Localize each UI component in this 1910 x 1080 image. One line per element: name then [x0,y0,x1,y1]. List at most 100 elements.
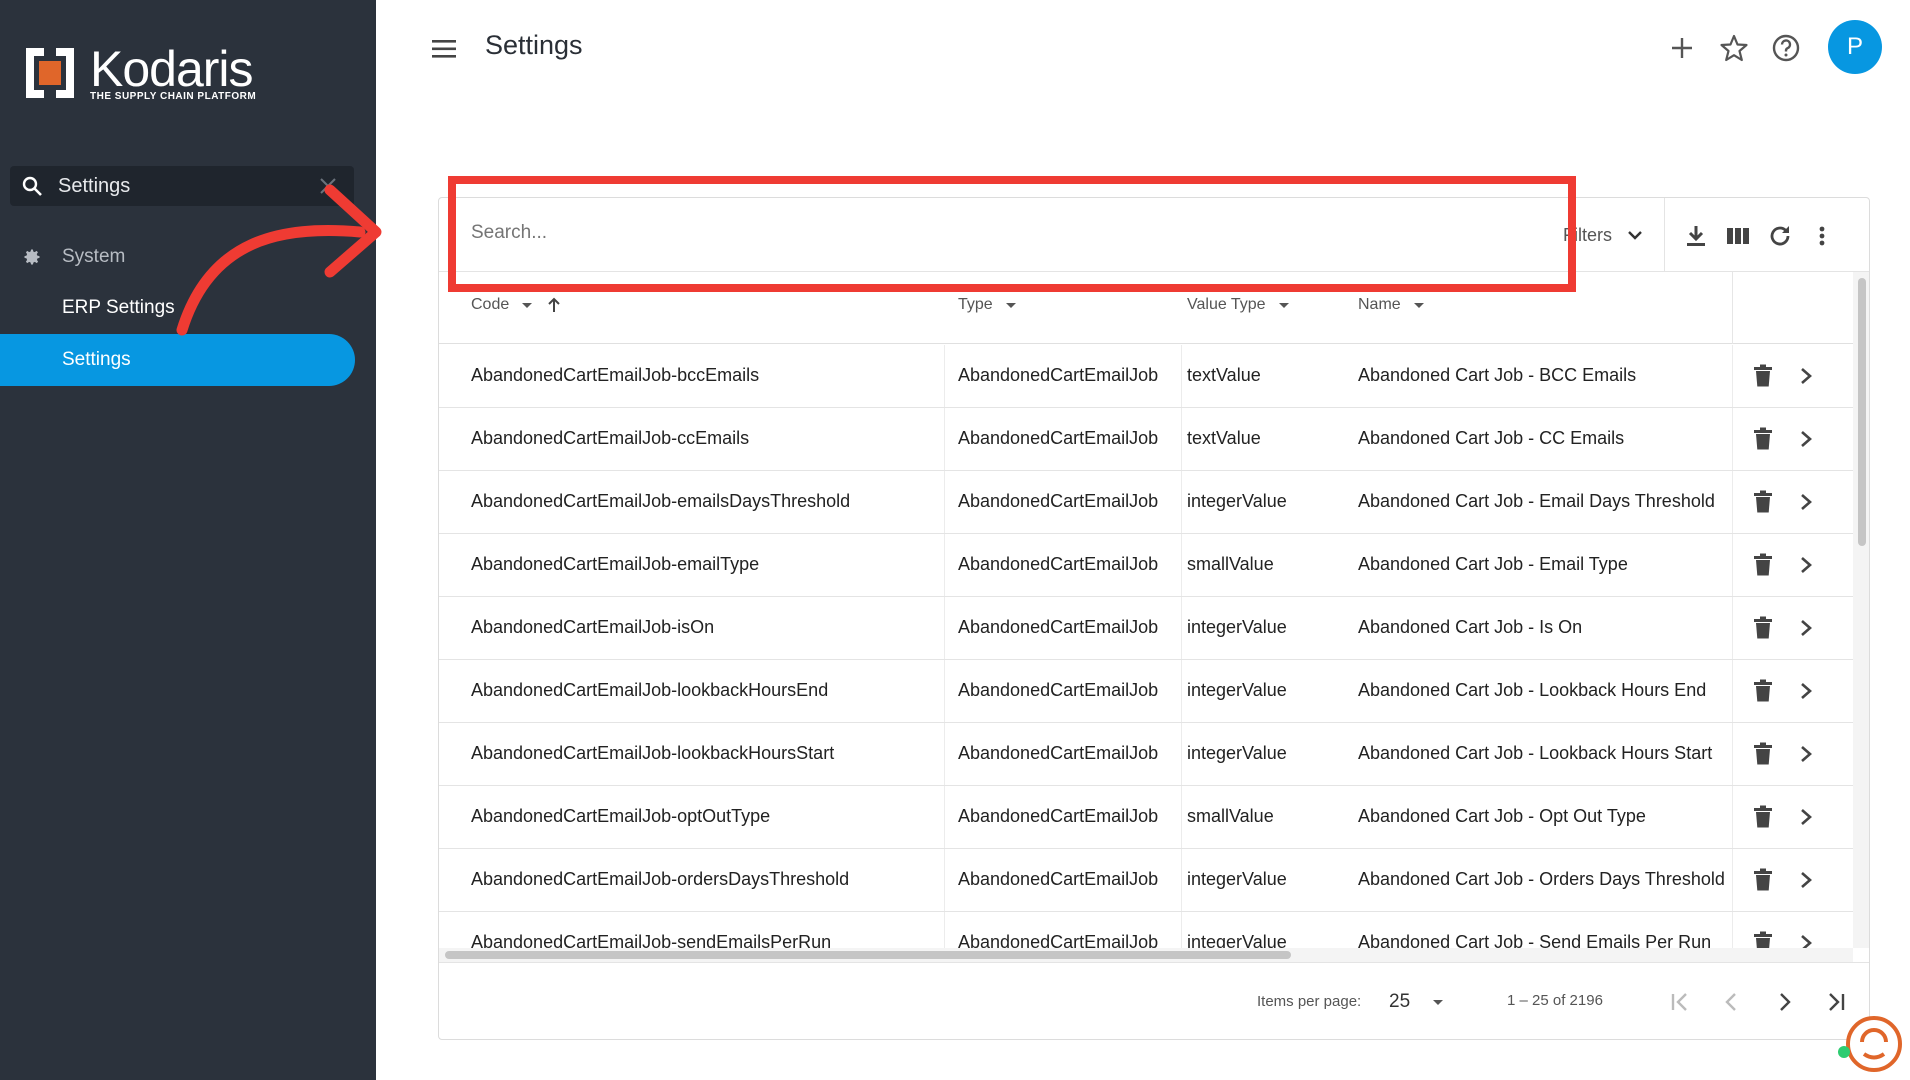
toolbar-divider [1664,198,1665,272]
column-divider [1732,408,1733,470]
column-divider [944,345,945,407]
sort-up-icon[interactable] [545,296,563,314]
prev-page-icon[interactable] [1717,987,1747,1017]
chat-icon[interactable] [1840,1012,1902,1074]
table-cell-value-type: integerValue [1187,491,1287,511]
delete-icon[interactable] [1751,489,1775,515]
items-per-page-select[interactable]: 25 [1389,991,1446,1013]
sort-down-icon[interactable] [1276,297,1292,313]
column-divider [1181,408,1182,470]
column-header-type[interactable]: Type [958,296,1019,314]
column-divider [1732,912,1733,948]
table-cell-value-type: integerValue [1187,617,1287,637]
table-cell-code: AbandonedCartEmailJob-sendEmailsPerRun [471,932,832,948]
column-header-label: Value Type [1187,296,1266,313]
column-divider [1732,849,1733,911]
table-cell-name: Abandoned Cart Job - BCC Emails [1358,365,1637,385]
chevron-down-icon [1628,231,1642,240]
column-divider [944,660,945,722]
table-cell-code: AbandonedCartEmailJob-isOn [471,617,715,637]
refresh-icon[interactable] [1766,222,1794,250]
table-row[interactable]: AbandonedCartEmailJob-emailType Abandoned… [439,534,1853,597]
table-cell-type: AbandonedCartEmailJob [958,869,1159,889]
chevron-right-icon[interactable] [1794,930,1818,948]
table-row[interactable]: AbandonedCartEmailJob-emailsDaysThreshol… [439,471,1853,534]
highlight-annotation-box [448,176,1576,292]
table-cell-name: Abandoned Cart Job - Orders Days Thresho… [1358,869,1725,889]
delete-icon[interactable] [1751,552,1775,578]
avatar[interactable]: P [1828,20,1882,74]
delete-icon[interactable] [1751,741,1775,767]
column-header-name[interactable]: Name [1358,296,1427,314]
chevron-right-icon[interactable] [1794,615,1818,641]
more-vert-icon[interactable] [1808,222,1836,250]
table-cell-code: AbandonedCartEmailJob-ccEmails [471,428,750,448]
table-cell-type: AbandonedCartEmailJob [958,617,1159,637]
column-header-value-type[interactable]: Value Type [1187,296,1292,314]
table-cell-name: Abandoned Cart Job - Lookback Hours End [1358,680,1707,700]
delete-icon[interactable] [1751,615,1775,641]
delete-icon[interactable] [1751,804,1775,830]
table-row[interactable]: AbandonedCartEmailJob-lookbackHoursStart… [439,723,1853,786]
table-cell-name: Abandoned Cart Job - Is On [1358,617,1583,637]
horizontal-scrollbar[interactable] [439,948,1853,962]
add-icon[interactable] [1666,32,1698,64]
next-page-icon[interactable] [1769,987,1799,1017]
table-cell-type: AbandonedCartEmailJob [958,932,1159,948]
table-cell-value-type: integerValue [1187,869,1287,889]
column-divider [944,408,945,470]
chevron-right-icon[interactable] [1794,741,1818,767]
sidebar-item-settings[interactable]: Settings [0,334,355,386]
sort-down-icon[interactable] [1411,297,1427,313]
dropdown-arrow-icon [1433,1000,1444,1005]
table-cell-type: AbandonedCartEmailJob [958,554,1159,574]
column-divider [944,534,945,596]
table-cell-code: AbandonedCartEmailJob-lookbackHoursEnd [471,680,829,700]
help-icon[interactable] [1770,32,1802,64]
settings-table: Code Type Value Type Name AbandonedCartE… [439,272,1853,948]
table-cell-code: AbandonedCartEmailJob-lookbackHoursStart [471,743,835,763]
table-row[interactable]: AbandonedCartEmailJob-ordersDaysThreshol… [439,849,1853,912]
vertical-scrollbar[interactable] [1853,272,1869,948]
column-divider [1732,786,1733,848]
menu-icon[interactable] [430,36,460,62]
chevron-right-icon[interactable] [1794,363,1818,389]
table-row[interactable]: AbandonedCartEmailJob-lookbackHoursEnd Ab… [439,660,1853,723]
delete-icon[interactable] [1751,930,1775,948]
table-row[interactable]: AbandonedCartEmailJob-isOn AbandonedCartE… [439,597,1853,660]
column-divider [944,849,945,911]
delete-icon[interactable] [1751,867,1775,893]
column-header-label: Name [1358,296,1401,313]
sort-down-icon[interactable] [1003,297,1019,313]
delete-icon[interactable] [1751,363,1775,389]
scrollbar-thumb[interactable] [1858,278,1866,546]
kodaris-logo[interactable]: Kodaris THE SUPPLY CHAIN PLATFORM [22,44,256,102]
table-row[interactable]: AbandonedCartEmailJob-ccEmails AbandonedC… [439,408,1853,471]
download-icon[interactable] [1682,222,1710,250]
chevron-right-icon[interactable] [1794,678,1818,704]
sort-down-icon[interactable] [519,297,535,313]
table-cell-name: Abandoned Cart Job - CC Emails [1358,428,1625,448]
table-row[interactable]: AbandonedCartEmailJob-bccEmails Abandoned… [439,345,1853,408]
table-cell-name: Abandoned Cart Job - Email Days Threshol… [1358,491,1715,511]
chevron-right-icon[interactable] [1794,489,1818,515]
column-divider [1181,660,1182,722]
chevron-right-icon[interactable] [1794,804,1818,830]
chevron-right-icon[interactable] [1794,867,1818,893]
chevron-right-icon[interactable] [1794,426,1818,452]
table-cell-code: AbandonedCartEmailJob-emailsDaysThreshol… [471,491,851,511]
table-row[interactable]: AbandonedCartEmailJob-optOutType Abandone… [439,786,1853,849]
delete-icon[interactable] [1751,678,1775,704]
delete-icon[interactable] [1751,426,1775,452]
nav-group-label: System [62,246,126,267]
scrollbar-thumb[interactable] [445,951,1291,959]
table-row[interactable]: AbandonedCartEmailJob-sendEmailsPerRun Ab… [439,912,1853,948]
column-divider [1181,786,1182,848]
page-title: Settings [485,30,583,60]
chevron-right-icon[interactable] [1794,552,1818,578]
columns-icon[interactable] [1724,222,1752,250]
column-divider [944,471,945,533]
first-page-icon[interactable] [1665,987,1695,1017]
star-icon[interactable] [1718,32,1750,64]
column-header-code[interactable]: Code [471,296,563,314]
